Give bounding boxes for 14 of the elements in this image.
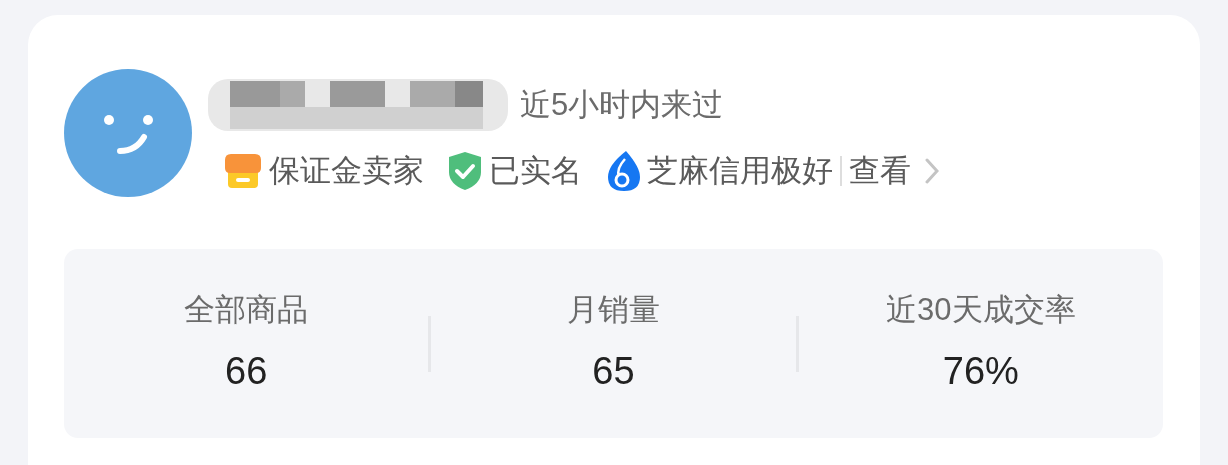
last-seen-text: 近5小时内来过 bbox=[520, 85, 724, 124]
stat-value: 66 bbox=[225, 349, 268, 395]
shield-check-icon bbox=[446, 150, 484, 192]
stat-label: 月销量 bbox=[567, 290, 660, 329]
chevron-right-icon bbox=[925, 158, 939, 184]
stat-value: 65 bbox=[592, 349, 635, 395]
stat-label: 全部商品 bbox=[184, 290, 309, 329]
avatar-icon bbox=[64, 69, 192, 197]
badge-label: 已实名 bbox=[489, 151, 582, 190]
stat-label: 近30天成交率 bbox=[886, 290, 1076, 329]
badge-label: 保证金卖家 bbox=[269, 151, 424, 190]
view-link[interactable]: 查看 bbox=[849, 147, 939, 195]
stat-value: 76% bbox=[942, 349, 1019, 395]
badge-label: 芝麻信用极好 bbox=[647, 151, 833, 190]
